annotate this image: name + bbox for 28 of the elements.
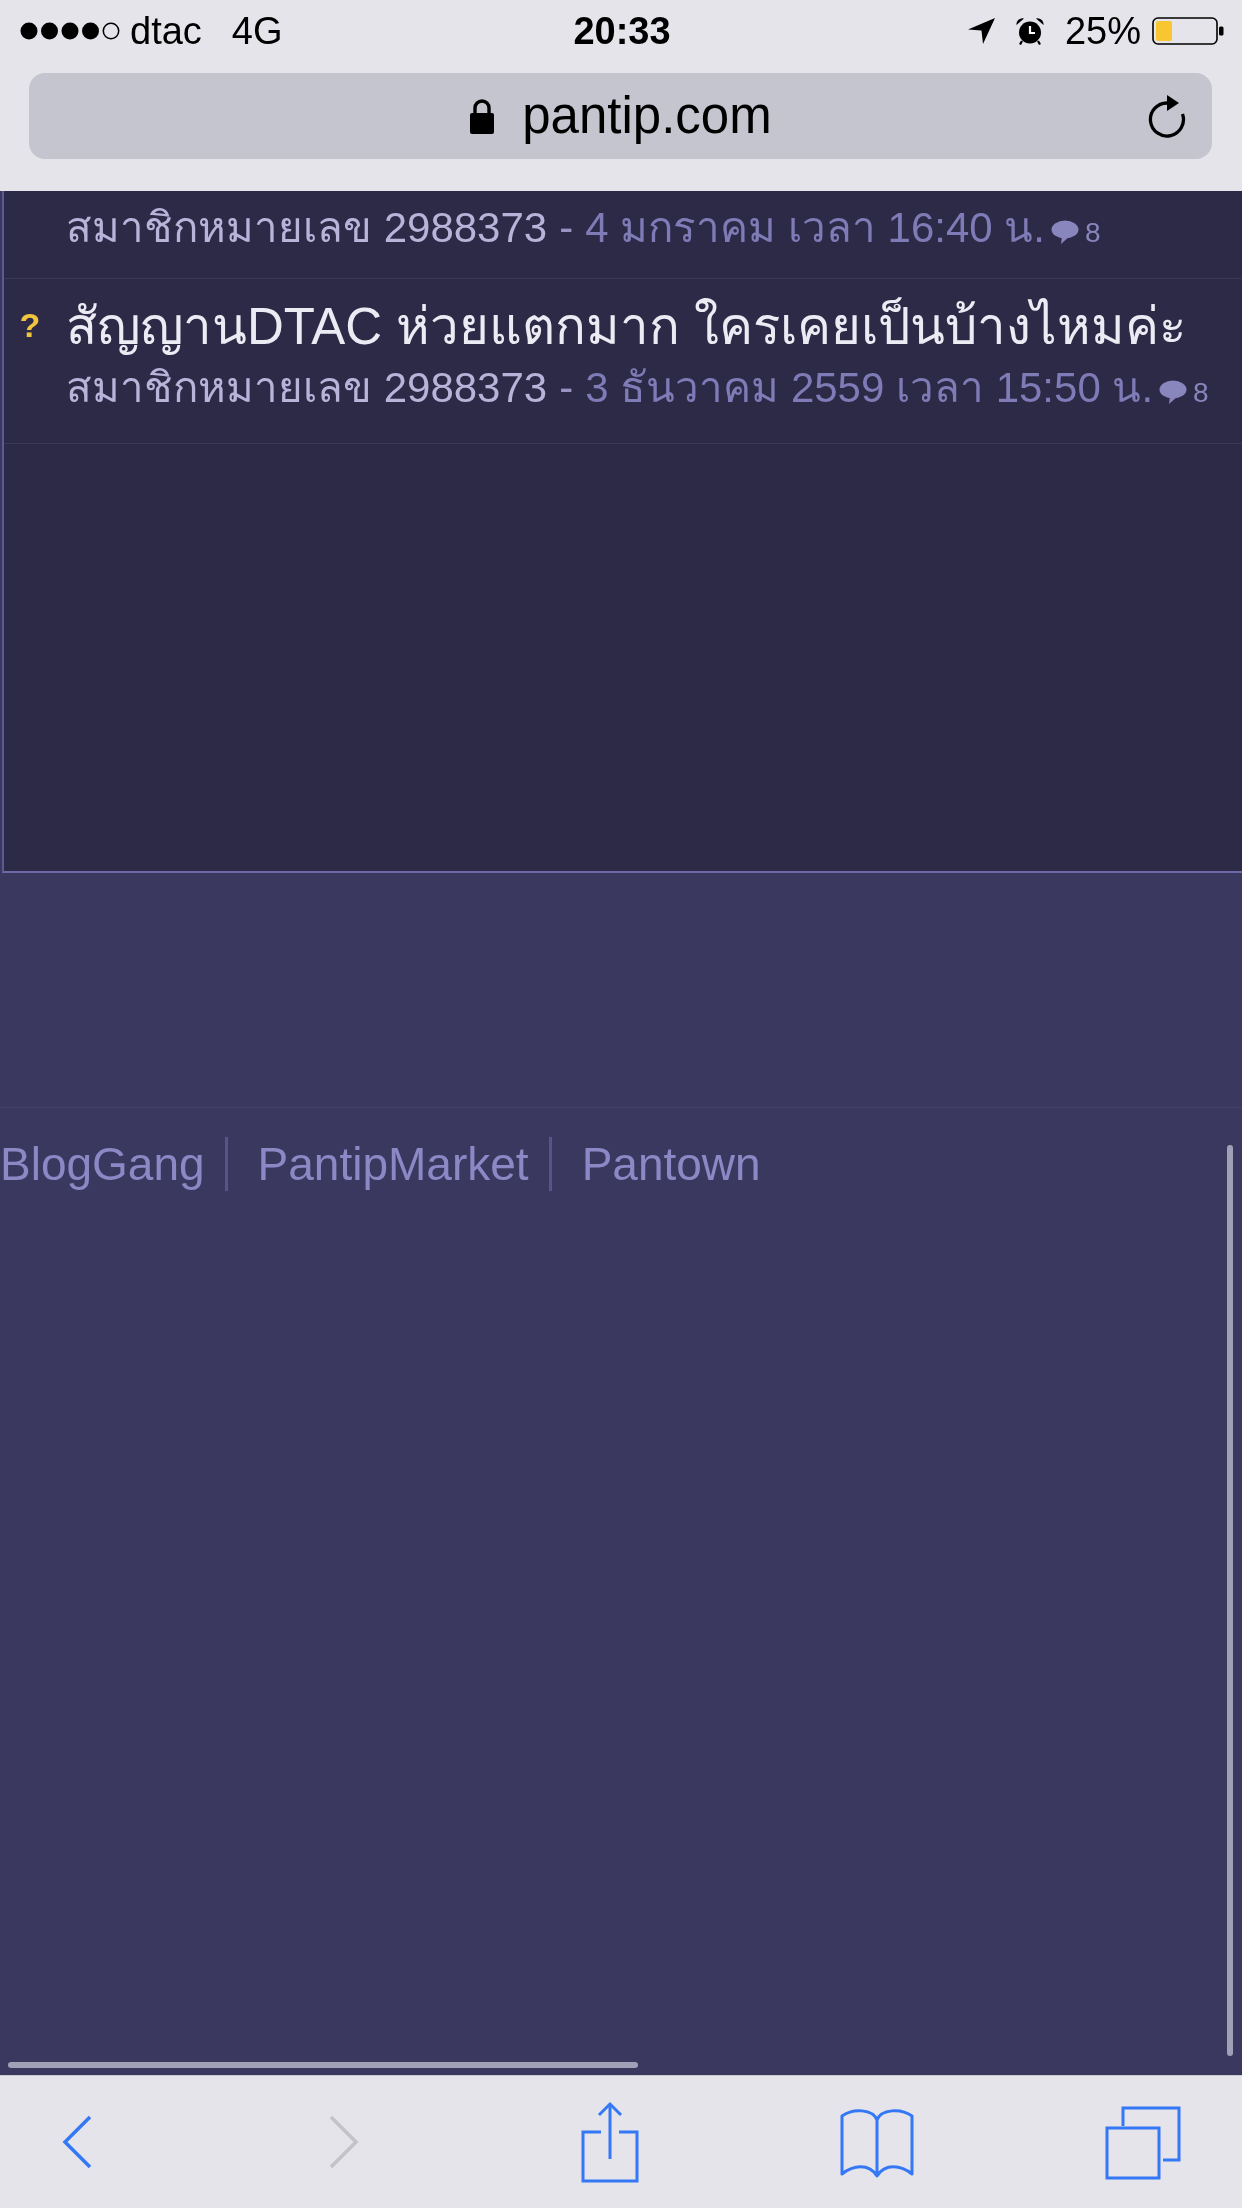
network-type: 4G [231, 9, 283, 53]
open-book-icon [838, 2106, 915, 2178]
location-arrow-icon [967, 18, 995, 44]
author-link[interactable]: สมาชิกหมายเลข 2988373 [66, 203, 548, 253]
address-bar[interactable]: pantip.com [29, 73, 1212, 159]
url-text: pantip.com [522, 86, 772, 146]
dash-separator: - [559, 363, 574, 413]
comment-count: 8 [1193, 377, 1209, 409]
battery-icon [1152, 17, 1224, 45]
comment-count: 8 [1085, 217, 1101, 249]
alarm-clock-icon [1014, 17, 1045, 45]
clock-time: 20:33 [573, 9, 671, 53]
battery-percentage: 25% [1064, 9, 1141, 53]
carrier-name: dtac [130, 9, 202, 53]
topic-title[interactable]: สัญญานDTAC ห่วยแตกมาก ใครเคยเป็นบ้างไหมค่ะ [66, 297, 1209, 357]
author-link[interactable]: สมาชิกหมายเลข 2988373 [66, 363, 548, 413]
share-icon [581, 2101, 639, 2183]
dash-separator: - [559, 203, 574, 253]
tabs-icon [1105, 2104, 1181, 2180]
question-mark-icon: ? [19, 305, 41, 345]
post-date: 4 มกราคม เวลา 16:40 น. [585, 203, 1045, 253]
reload-icon [1146, 94, 1188, 138]
chevron-left-icon [62, 2115, 92, 2169]
speech-bubble-icon [1051, 220, 1079, 244]
signal-strength-icon [20, 22, 120, 40]
chevron-right-icon [328, 2115, 359, 2169]
speech-bubble-icon [1159, 380, 1188, 404]
post-date: 3 ธันวาคม 2559 เวลา 15:50 น. [585, 363, 1154, 413]
